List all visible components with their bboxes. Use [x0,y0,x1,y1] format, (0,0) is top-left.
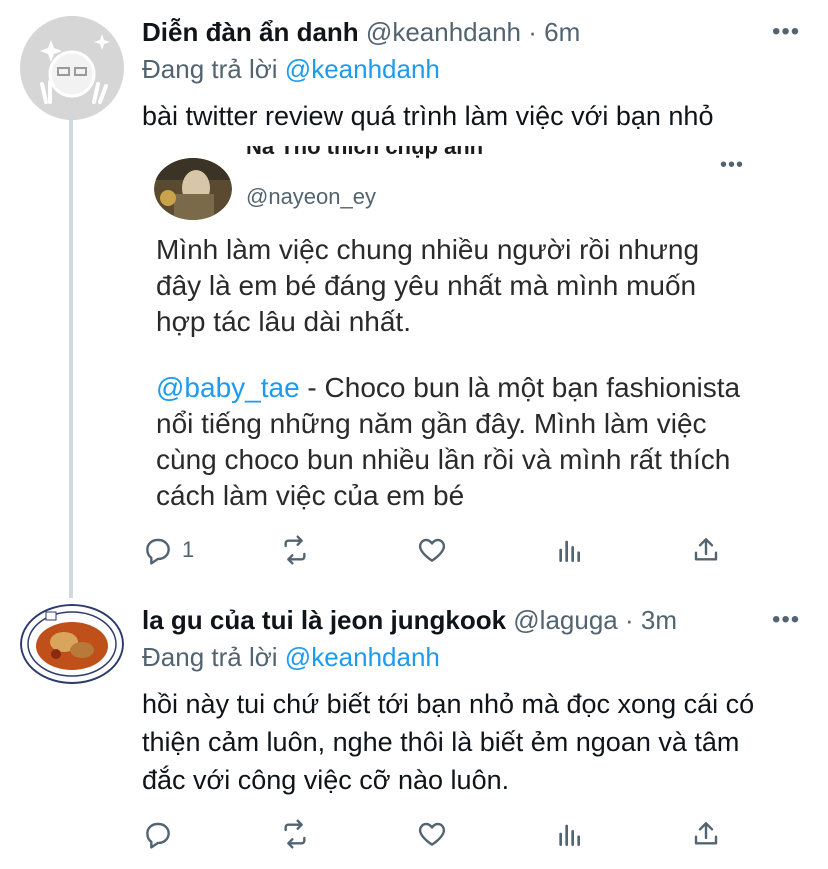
share-icon [694,822,718,845]
analytics-icon [559,824,580,846]
reply-count: 1 [182,537,195,562]
like-icon [418,822,446,846]
retweet-button[interactable] [279,818,311,850]
avatar-keanhdanh[interactable] [20,16,124,120]
replying-to-link[interactable]: @keanhdanh [285,642,440,672]
analytics-icon [559,540,580,562]
replying-to-link[interactable]: @keanhdanh [285,54,440,84]
display-name[interactable]: la gu của tui là jeon jungkook [142,605,506,635]
reply-button[interactable] [142,818,182,850]
embedded-text-clip: Mình làm việc chung nhiều người rồi nhưn… [140,140,770,525]
display-name[interactable]: Diễn đàn ẩn danh [142,17,359,47]
share-button[interactable] [690,818,722,850]
reply-button[interactable]: 1 [142,534,194,566]
reply-icon [146,822,170,849]
reply-icon [146,538,170,565]
anonymous-face-icon [20,16,124,120]
like-icon [418,538,446,562]
analytics-button[interactable] [554,818,586,850]
embedded-mention: @baby_tae [156,372,300,403]
more-icon[interactable]: ••• [772,606,800,634]
tweet-text: bài twitter review quá trình làm việc vớ… [142,101,714,131]
timestamp[interactable]: · 3m [625,605,677,635]
replying-to-line: Đang trả lời @keanhdanh [142,641,440,673]
share-button[interactable] [690,534,722,566]
handle[interactable]: @laguga [513,605,617,635]
tweet-2-header: la gu của tui là jeon jungkook @laguga ·… [142,604,677,636]
analytics-button[interactable] [554,534,586,566]
thread-line [69,118,73,598]
share-icon [694,538,718,561]
retweet-icon [284,819,306,849]
embedded-paragraph-2: @baby_tae - Choco bun là một bạn fashion… [156,370,766,514]
replying-label: Đang trả lời [142,54,278,84]
embedded-paragraph-1: Mình làm việc chung nhiều người rồi nhưn… [156,234,700,337]
timestamp[interactable]: · 6m [528,17,580,47]
like-button[interactable] [416,534,448,566]
food-plate-image [20,604,124,684]
replying-to-line: Đang trả lời @keanhdanh [142,53,440,85]
tweet-text: hồi này tui chứ biết tới bạn nhỏ mà đọc … [142,689,755,795]
replying-label: Đang trả lời [142,642,278,672]
like-button[interactable] [416,818,448,850]
handle[interactable]: @keanhdanh [366,17,521,47]
retweet-button[interactable] [279,534,311,566]
retweet-icon [284,535,306,565]
more-icon[interactable]: ••• [772,18,800,46]
avatar-laguga[interactable] [20,604,124,684]
tweet-1-header: Diễn đàn ẩn danh @keanhdanh · 6m [142,16,580,48]
